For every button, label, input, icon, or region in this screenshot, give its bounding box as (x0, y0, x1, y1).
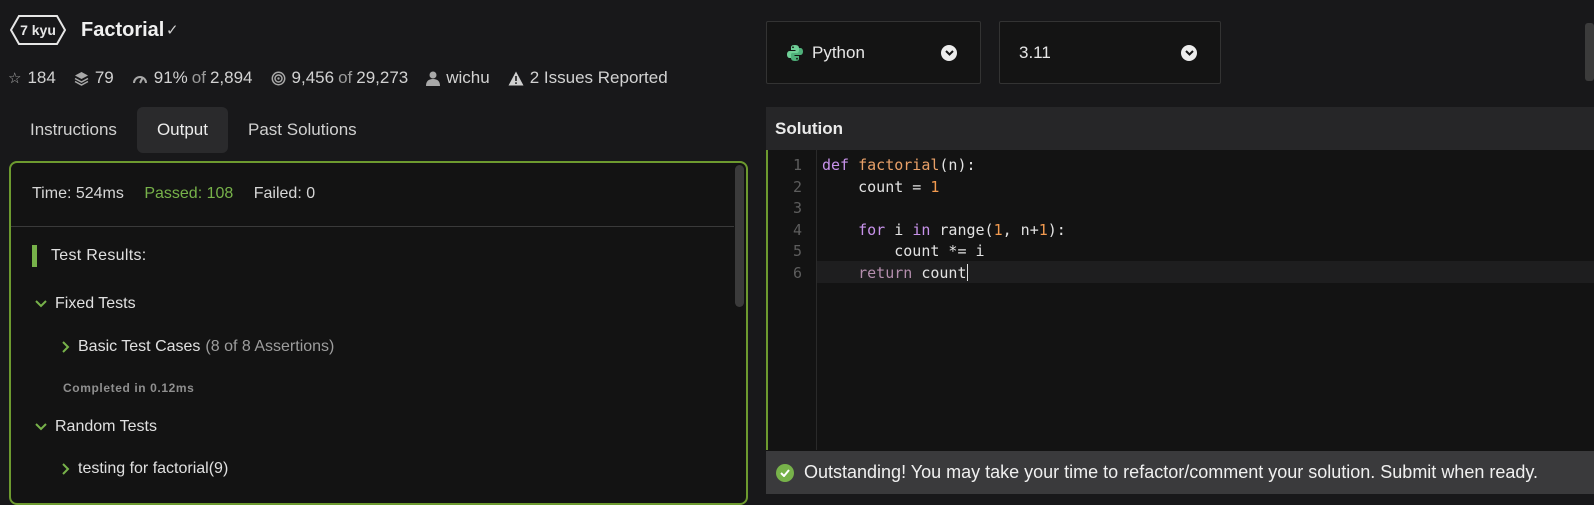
test-summary: Time: 524ms Passed: 108 Failed: 0 (32, 185, 331, 203)
keyword: for (858, 221, 886, 239)
code-text: count (912, 264, 967, 282)
stat-author[interactable]: wichu (426, 68, 490, 88)
stat-issues[interactable]: 2 Issues Reported (508, 68, 668, 88)
gauge-icon (132, 72, 148, 84)
summary-divider (11, 226, 734, 227)
language-select[interactable]: Python (766, 21, 981, 84)
test-results-title: Test Results: (51, 247, 147, 264)
code-line: count = 1 (822, 178, 939, 196)
satisfaction-of: of (191, 68, 206, 87)
test-group-fixed[interactable]: Fixed Tests (35, 295, 136, 313)
line-number: 1 (792, 156, 802, 174)
number-literal: 1 (930, 178, 940, 196)
success-message: Outstanding! You may take your time to r… (804, 462, 1539, 482)
author-name: wichu (446, 68, 490, 87)
chevron-down-icon (941, 44, 957, 61)
chevron-down-icon (35, 423, 47, 431)
language-value: Python (812, 42, 865, 62)
user-icon (426, 71, 441, 86)
layers-icon (74, 71, 89, 86)
editor-header: Solution (766, 107, 1594, 150)
keyword: def (822, 156, 850, 174)
text-cursor (966, 264, 968, 281)
success-banner: Outstanding! You may take your time to r… (766, 451, 1594, 494)
version-select[interactable]: 3.11 (999, 21, 1221, 84)
keyword: return (858, 264, 913, 282)
failed-count: Failed: 0 (253, 185, 316, 202)
run-time: Time: 524ms (32, 185, 124, 202)
tab-past-solutions[interactable]: Past Solutions (228, 107, 377, 153)
target-icon (271, 71, 286, 86)
attempted-count: 29,273 (356, 68, 409, 87)
passed-count: Passed: 108 (144, 185, 234, 202)
stat-stars[interactable]: ☆ 184 (8, 68, 56, 88)
code-text: ): (1047, 221, 1066, 239)
chevron-down-icon (1181, 44, 1197, 61)
kata-title[interactable]: Factorial (81, 19, 164, 42)
satisfaction-pct: 91% (153, 68, 188, 87)
completed-check-icon: ✓ (166, 22, 179, 39)
assertion-count: (8 of 8 Assertions) (205, 338, 335, 355)
test-group-label: Fixed Tests (55, 295, 136, 312)
results-accent-bar (32, 245, 37, 267)
code-text: , n+ (1002, 221, 1039, 239)
completed-count: 9,456 (291, 68, 335, 87)
line-gutter: 1 2 3 4 5 6 (768, 150, 817, 450)
code-area[interactable]: 1 2 3 4 5 6 def factorial(n): count = 1 … (766, 150, 1594, 450)
code-line: for i in range(1, n+1): (822, 221, 1066, 239)
code-line: count *= i (822, 242, 985, 260)
line-number: 4 (792, 221, 802, 239)
line-number: 3 (792, 199, 802, 217)
success-check-icon (776, 463, 794, 482)
warning-icon (508, 71, 524, 86)
collections-count: 79 (94, 68, 114, 87)
test-case-random[interactable]: testing for factorial(9) (62, 460, 228, 478)
kata-tabs: Instructions Output Past Solutions (10, 107, 377, 153)
chevron-right-icon (62, 341, 70, 353)
chevron-right-icon (62, 463, 70, 475)
line-number: 5 (792, 242, 802, 260)
number-literal: 1 (993, 221, 1003, 239)
chevron-down-icon (35, 300, 47, 308)
test-case-basic[interactable]: Basic Test Cases (8 of 8 Assertions) (62, 338, 334, 356)
python-icon (786, 44, 804, 62)
number-literal: 1 (1038, 221, 1048, 239)
output-scrollbar[interactable] (735, 165, 744, 307)
solution-editor: Solution 1 2 3 4 5 6 def factorial(n): c… (766, 107, 1594, 494)
code-line: return count (822, 264, 968, 282)
stat-completed: 9,456 of 29,273 (271, 68, 409, 88)
test-case-label: Basic Test Cases (78, 338, 201, 355)
code-text: range( (930, 221, 994, 239)
star-icon: ☆ (8, 70, 22, 87)
stars-count: 184 (27, 68, 56, 87)
page-scrollbar[interactable] (1585, 23, 1594, 81)
rank-label: 7 kyu (20, 22, 56, 38)
keyword: in (912, 221, 931, 239)
function-name: factorial (858, 156, 940, 174)
rank-badge: 7 kyu (10, 15, 66, 45)
test-results-heading: Test Results: (32, 245, 147, 267)
completed-time: Completed in 0.12ms (63, 381, 195, 395)
version-value: 3.11 (1019, 42, 1051, 62)
output-panel: Time: 524ms Passed: 108 Failed: 0 Test R… (9, 161, 748, 505)
editor-title: Solution (775, 119, 843, 138)
test-group-random[interactable]: Random Tests (35, 418, 157, 436)
code-text: count = (822, 178, 931, 196)
line-number: 6 (792, 264, 802, 282)
stat-collections[interactable]: 79 (74, 68, 114, 88)
tab-output[interactable]: Output (136, 107, 228, 153)
issues-count: 2 Issues Reported (529, 68, 668, 87)
code-text: (n): (939, 156, 976, 174)
satisfaction-votes: 2,894 (209, 68, 253, 87)
tab-instructions[interactable]: Instructions (10, 107, 137, 153)
test-group-label: Random Tests (55, 418, 157, 435)
test-case-label: testing for factorial(9) (78, 460, 229, 477)
line-number: 2 (792, 178, 802, 196)
kata-stats: ☆ 184 79 91% of 2,894 9,456 of 29,273 wi… (8, 66, 686, 90)
stat-satisfaction: 91% of 2,894 (132, 68, 253, 88)
code-line: def factorial(n): (822, 156, 976, 174)
code-text: i (885, 221, 913, 239)
completed-of: of (338, 68, 353, 87)
